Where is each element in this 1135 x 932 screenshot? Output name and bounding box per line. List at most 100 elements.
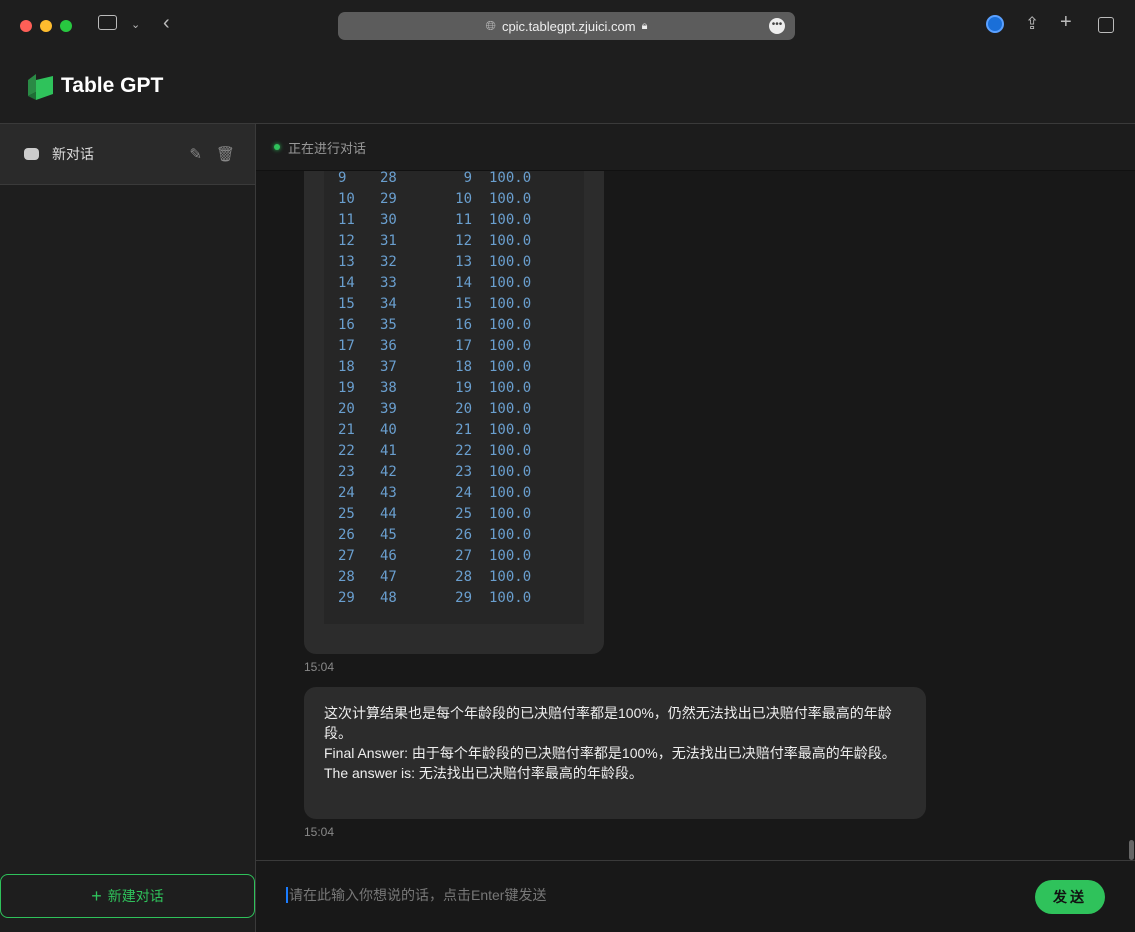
code-cell: 22 [338,443,355,459]
trash-icon[interactable]: 🗑︎ [216,145,235,163]
edit-icon[interactable]: ✎ [189,145,202,163]
code-cell: 28 [380,171,397,186]
code-cell: 11 [338,212,355,228]
lock-icon: 🔒︎ [641,19,648,32]
code-cell: 14 [455,275,472,291]
scrollbar[interactable] [1129,840,1134,860]
code-cell: 100.0 [489,171,532,186]
back-icon[interactable]: ‹ [163,12,170,35]
code-cell: 100.0 [489,359,532,375]
status-text: 正在进行对话 [288,140,367,156]
code-cell: 36 [380,338,397,354]
code-cell: 43 [380,485,397,501]
plus-icon: + [91,885,102,906]
code-cell: 30 [380,212,397,228]
code-cell: 100.0 [489,401,532,417]
code-row: 12 31 12 100.0 [324,233,584,254]
code-cell: 100.0 [489,422,532,438]
chat-status: 正在进行对话 [256,124,1135,171]
new-chat-button[interactable]: + 新建对话 [0,874,255,918]
address-bar[interactable]: 🌐︎ cpic.tablegpt.zjuici.com 🔒︎ ••• [338,12,795,40]
code-cell: 17 [455,338,472,354]
code-cell: 37 [380,359,397,375]
code-cell: 45 [380,527,397,543]
code-cell: 12 [455,233,472,249]
chat-icon [24,148,39,160]
browser-titlebar: ⌄ ‹ 🌐︎ cpic.tablegpt.zjuici.com 🔒︎ ••• ⇪… [0,0,1135,46]
code-cell: 24 [338,485,355,501]
url-text: cpic.tablegpt.zjuici.com [501,18,636,34]
sidebar-toggle-icon[interactable] [98,15,117,30]
input-bar: 发送 [256,860,1135,932]
message-timestamp: 15:04 [304,660,335,674]
message-line: The answer is: 无法找出已决赔付率最高的年龄段。 [324,765,643,781]
tabs-overview-icon[interactable] [1098,17,1114,33]
code-row: 11 30 11 100.0 [324,212,584,233]
code-cell: 100.0 [489,275,532,291]
code-cell: 28 [455,569,472,585]
message-list[interactable]: 9 28 9 100.0 10 29 10 100.0 11 30 11 100.0 12 31 12 100… [256,171,1135,860]
code-cell: 28 [338,569,355,585]
code-cell: 26 [338,527,355,543]
code-cell: 18 [455,359,472,375]
code-cell: 14 [338,275,355,291]
code-cell: 19 [455,380,472,396]
logo: Table GPT [28,72,163,100]
code-row: 13 32 13 100.0 [324,254,584,275]
code-row: 17 36 17 100.0 [324,338,584,359]
send-button[interactable]: 发送 [1035,880,1105,914]
code-cell: 23 [338,464,355,480]
code-cell: 13 [338,254,355,270]
conversation-item[interactable]: 新对话 ✎ 🗑︎ [0,124,255,185]
code-cell: 9 [338,171,347,186]
code-row: 18 37 18 100.0 [324,359,584,380]
code-cell: 100.0 [489,569,532,585]
code-cell: 100.0 [489,254,532,270]
code-cell: 29 [338,590,355,606]
code-cell: 25 [338,506,355,522]
code-cell: 21 [338,422,355,438]
code-cell: 26 [455,527,472,543]
code-cell: 100.0 [489,191,532,207]
code-cell: 11 [455,212,472,228]
assistant-message-code: 9 28 9 100.0 10 29 10 100.0 11 30 11 100.0 12 31 12 100… [304,171,604,654]
code-cell: 100.0 [489,317,532,333]
code-cell: 20 [455,401,472,417]
extension-hand-icon[interactable] [986,15,1004,33]
code-row: 29 48 29 100.0 [324,590,584,611]
more-icon[interactable]: ••• [769,18,785,34]
code-cell: 20 [338,401,355,417]
code-cell: 100.0 [489,338,532,354]
code-cell: 29 [380,191,397,207]
code-cell: 100.0 [489,464,532,480]
code-cell: 15 [338,296,355,312]
share-icon[interactable]: ⇪ [1025,14,1039,34]
code-cell: 21 [455,422,472,438]
message-timestamp: 15:04 [304,825,335,839]
code-cell: 35 [380,317,397,333]
chat-panel: 正在进行对话 9 28 9 100.0 10 29 10 100.0 11 30 11 100.0 12… [256,124,1135,932]
conversation-title: 新对话 [52,146,94,162]
message-input[interactable] [286,887,886,903]
close-window-button[interactable] [20,20,32,32]
code-row: 26 45 26 100.0 [324,527,584,548]
code-cell: 27 [455,548,472,564]
code-row: 20 39 20 100.0 [324,401,584,422]
code-row: 22 41 22 100.0 [324,443,584,464]
code-cell: 41 [380,443,397,459]
code-block: 9 28 9 100.0 10 29 10 100.0 11 30 11 100.0 12 31 12 100… [324,171,584,624]
code-cell: 44 [380,506,397,522]
maximize-window-button[interactable] [60,20,72,32]
new-tab-icon[interactable]: + [1060,11,1072,34]
code-cell: 32 [380,254,397,270]
chevron-down-icon[interactable]: ⌄ [131,18,140,31]
code-cell: 24 [455,485,472,501]
code-cell: 38 [380,380,397,396]
code-cell: 100.0 [489,296,532,312]
code-row: 27 46 27 100.0 [324,548,584,569]
code-row: 19 38 19 100.0 [324,380,584,401]
code-row: 15 34 15 100.0 [324,296,584,317]
minimize-window-button[interactable] [40,20,52,32]
code-cell: 13 [455,254,472,270]
code-row: 23 42 23 100.0 [324,464,584,485]
